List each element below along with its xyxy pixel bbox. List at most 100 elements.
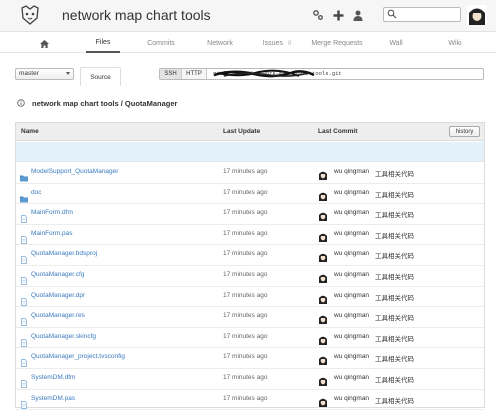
logo-icon[interactable] [19,5,41,25]
commit-message[interactable]: 工具相关代码 [375,333,414,343]
settings-icon[interactable] [311,8,325,22]
file-name-link[interactable]: QuotaManager.dpr [31,292,85,299]
commit-author[interactable]: wu qingman [334,209,369,216]
commit-author[interactable]: wu qingman [334,395,369,402]
commit-author-avatar[interactable] [318,188,328,201]
commit-message[interactable]: 工具相关代码 [375,230,414,240]
file-icon [20,210,28,224]
commit-author[interactable]: wu qingman [334,292,369,299]
commit-author-avatar[interactable] [318,270,328,283]
table-row[interactable]: doc 17 minutes ago wu qingman 工具相关代码 [16,184,484,205]
table-row[interactable]: QuotaManager.res 17 minutes ago wu qingman… [16,307,484,328]
commit-author[interactable]: wu qingman [334,333,369,340]
table-row[interactable]: QuotaManager.bdsproj 17 minutes ago wu qin… [16,245,484,266]
column-header-name: Name [21,128,39,135]
file-name-link[interactable]: QuotaManager.bdsproj [31,250,97,257]
commit-message[interactable]: 工具相关代码 [375,168,414,178]
commit-author[interactable]: wu qingman [334,353,369,360]
tab-merge-requests[interactable]: Merge Requests [307,34,367,53]
last-update-time: 17 minutes ago [223,312,268,320]
file-name-link[interactable]: SystemDM.pas [31,395,75,402]
table-row[interactable]: MainForm.pas 17 minutes ago wu qingman 工具相关… [16,225,484,246]
last-update-time: 17 minutes ago [223,394,268,402]
commit-author[interactable]: wu qingman [334,189,369,196]
table-row[interactable]: SystemDM.pas 17 minutes ago wu qingman 工具相关… [16,390,484,410]
commit-message[interactable]: 工具相关代码 [375,189,414,199]
parent-directory-row[interactable] [16,142,484,162]
commit-author-avatar[interactable] [318,394,328,407]
search-field[interactable] [383,7,461,22]
file-icon [20,293,28,306]
commit-message[interactable]: 工具相关代码 [375,312,414,322]
table-row[interactable]: ModelSupport_QuotaManager 17 minutes ago w… [16,163,484,184]
file-name-link[interactable]: ModelSupport_QuotaManager [31,168,118,175]
tab-issues[interactable]: Issues 0 [255,34,299,53]
file-name-link[interactable]: QuotaManager.skincfg [31,333,96,340]
commit-message[interactable]: 工具相关代码 [375,374,414,384]
commit-author-avatar[interactable] [318,208,328,222]
file-name-link[interactable]: SystemDM.dfm [31,374,75,381]
commit-message[interactable]: 工具相关代码 [375,250,414,260]
commit-author-avatar[interactable] [318,352,328,366]
app-title[interactable]: network map chart tools [62,7,211,23]
table-row[interactable]: SystemDM.dfm 17 minutes ago wu qingman 工具相关… [16,369,484,390]
commit-author-avatar[interactable] [318,373,328,386]
commit-message[interactable]: 工具相关代码 [375,209,414,219]
commit-message[interactable]: 工具相关代码 [375,395,414,405]
last-update-time: 17 minutes ago [223,209,268,217]
plus-icon[interactable] [331,8,345,22]
file-icon [20,334,28,347]
tab-home[interactable] [30,34,58,53]
folder-icon [20,190,28,203]
file-name-link[interactable]: MainForm.pas [31,230,73,237]
file-icon [20,375,28,388]
last-update-time: 17 minutes ago [223,229,268,237]
commit-author-avatar[interactable] [318,229,328,242]
commit-author[interactable]: wu qingman [334,250,369,257]
commit-author[interactable]: wu qingman [334,312,369,319]
http-button[interactable]: HTTP [182,69,207,79]
file-name-link[interactable]: QuotaManager_project.tvsconfig [31,353,125,360]
user-icon[interactable] [351,8,365,22]
commit-author-avatar[interactable] [318,291,328,304]
commit-author[interactable]: wu qingman [334,374,369,381]
commit-author[interactable]: wu qingman [334,271,369,278]
commit-message[interactable]: 工具相关代码 [375,292,414,302]
table-row[interactable]: QuotaManager.skincfg 17 minutes ago wu qin… [16,328,484,349]
breadcrumb: network map chart tools / QuotaManager [32,99,178,108]
ssh-button[interactable]: SSH [160,69,182,79]
tab-network[interactable]: Network [202,34,238,53]
commit-message[interactable]: 工具相关代码 [375,353,414,363]
search-input[interactable] [398,8,460,21]
commit-author-avatar[interactable] [318,311,328,325]
tab-commits[interactable]: Commits [142,34,180,53]
file-name-link[interactable]: QuotaManager.res [31,312,85,319]
history-button[interactable]: history [449,126,480,137]
file-icon [20,313,28,327]
commit-author[interactable]: wu qingman [334,230,369,237]
tab-files[interactable]: Files [86,34,120,53]
table-row[interactable]: QuotaManager.dpr 17 minutes ago wu qingman… [16,287,484,308]
file-icon [20,231,28,244]
commit-author-avatar[interactable] [318,332,328,345]
table-row[interactable]: MainForm.dfm 17 minutes ago wu qingman 工具相关… [16,204,484,225]
last-update-time: 17 minutes ago [223,250,268,258]
table-row[interactable]: QuotaManager_project.tvsconfig 17 minutes… [16,348,484,369]
commit-message[interactable]: 工具相关代码 [375,271,414,281]
tab-wall[interactable]: Wall [383,34,409,53]
file-name-link[interactable]: doc [31,189,41,196]
last-update-time: 17 minutes ago [223,374,268,381]
column-header-last-commit: Last Commit [318,128,358,135]
file-table: Name Last Update Last Commit history Mod… [15,122,485,410]
user-avatar[interactable] [467,5,487,25]
table-row[interactable]: QuotaManager.cfg 17 minutes ago wu qingman… [16,266,484,287]
tab-wiki[interactable]: Wiki [442,34,468,53]
file-icon [20,272,28,285]
file-name-link[interactable]: QuotaManager.cfg [31,271,84,278]
file-name-link[interactable]: MainForm.dfm [31,209,73,216]
source-tab[interactable]: Source [80,67,121,86]
commit-author-avatar[interactable] [318,167,328,180]
commit-author[interactable]: wu qingman [334,168,369,175]
commit-author-avatar[interactable] [318,249,328,263]
branch-select[interactable]: master [15,68,74,80]
